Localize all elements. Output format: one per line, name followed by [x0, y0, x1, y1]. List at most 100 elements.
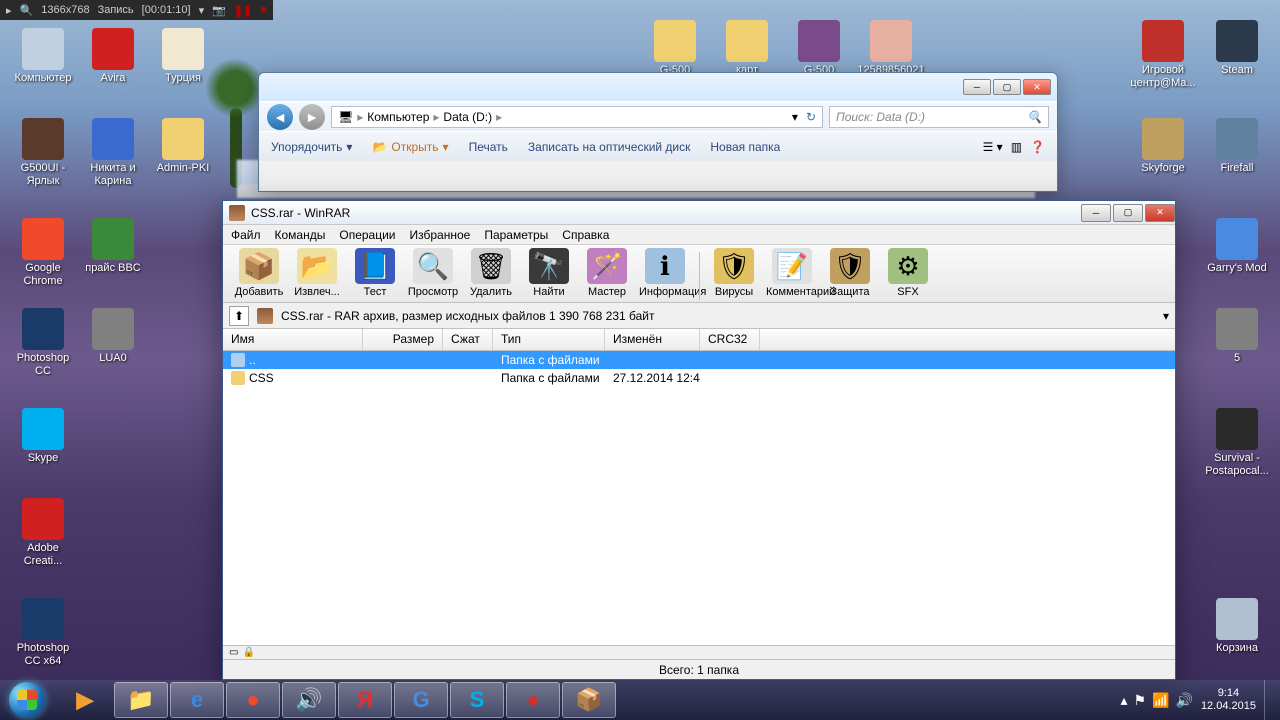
- desktop-icon[interactable]: LUA0: [78, 308, 148, 365]
- taskbar-item[interactable]: ●: [506, 682, 560, 718]
- tray-expand-icon[interactable]: ▴: [1120, 692, 1127, 709]
- help-icon[interactable]: ❓: [1030, 140, 1045, 154]
- col-crc[interactable]: CRC32: [700, 329, 760, 350]
- camera-icon[interactable]: 📷: [212, 4, 226, 17]
- winrar-window[interactable]: CSS.rar - WinRAR ─ ▢ ✕ Файл Команды Операц…: [222, 200, 1176, 680]
- menu-item[interactable]: Команды: [275, 228, 326, 242]
- toolbar-button[interactable]: ℹИнформация: [637, 246, 693, 300]
- explorer-window[interactable]: ─ ▢ ✕ ◄ ► 🖥 ▸ Компьютер ▸ Data (D:) ▸ ▾ …: [258, 72, 1058, 192]
- stop-icon[interactable]: ■: [260, 4, 267, 16]
- forward-button[interactable]: ►: [299, 104, 325, 130]
- search-input[interactable]: Поиск: Data (D:) 🔍: [829, 106, 1049, 128]
- col-packed[interactable]: Сжат: [443, 329, 493, 350]
- col-size[interactable]: Размер: [363, 329, 443, 350]
- preview-icon[interactable]: ▥: [1011, 140, 1022, 154]
- clock[interactable]: 9:14 12.04.2015: [1201, 687, 1256, 713]
- taskbar-item[interactable]: G: [394, 682, 448, 718]
- desktop-icon[interactable]: Survival - Postapocal...: [1202, 408, 1272, 478]
- taskbar-item[interactable]: S: [450, 682, 504, 718]
- breadcrumb[interactable]: 🖥 ▸ Компьютер ▸ Data (D:) ▸ ▾ ↻: [331, 106, 823, 128]
- toolbar-button[interactable]: 📘Тест: [347, 246, 403, 300]
- col-name[interactable]: Имя: [223, 329, 363, 350]
- breadcrumb-item[interactable]: Data (D:): [443, 110, 492, 124]
- menu-item[interactable]: Избранное: [410, 228, 471, 242]
- file-row[interactable]: CSSПапка с файлами27.12.2014 12:49: [223, 369, 1175, 387]
- menu-item[interactable]: Справка: [562, 228, 609, 242]
- desktop-icon[interactable]: Игровой центр@Ma...: [1128, 20, 1198, 90]
- close-button[interactable]: ✕: [1023, 79, 1051, 95]
- menu-item[interactable]: Параметры: [484, 228, 548, 242]
- desktop-icon[interactable]: Garry's Mod: [1202, 218, 1272, 275]
- chevron-down-icon[interactable]: ▾: [199, 4, 205, 17]
- toolbar-button[interactable]: 📂Извлеч...: [289, 246, 345, 300]
- newfolder-button[interactable]: Новая папка: [710, 140, 780, 154]
- back-button[interactable]: ◄: [267, 104, 293, 130]
- desktop-icon[interactable]: Photoshop CC x64: [8, 598, 78, 668]
- desktop-icon[interactable]: Photoshop CC: [8, 308, 78, 378]
- toolbar-button[interactable]: 📝Комментарий: [764, 246, 820, 300]
- taskbar-item[interactable]: 📦: [562, 682, 616, 718]
- col-modified[interactable]: Изменён: [605, 329, 700, 350]
- taskbar-item[interactable]: 📁: [114, 682, 168, 718]
- desktop-icon[interactable]: Avira: [78, 28, 148, 85]
- refresh-icon[interactable]: ↻: [806, 110, 816, 124]
- pause-icon[interactable]: ❚❚: [234, 4, 252, 17]
- close-button[interactable]: ✕: [1145, 204, 1175, 222]
- desktop-icon[interactable]: Admin-PKI: [148, 118, 218, 175]
- desktop-icon[interactable]: G500UI - Ярлык: [8, 118, 78, 188]
- file-row[interactable]: ..Папка с файлами: [223, 351, 1175, 369]
- minimize-button[interactable]: ─: [963, 79, 991, 95]
- desktop-icon[interactable]: Компьютер: [8, 28, 78, 85]
- menu-item[interactable]: Операции: [339, 228, 395, 242]
- view-icon[interactable]: ☰ ▾: [983, 140, 1003, 154]
- desktop-icon[interactable]: G-500: [784, 20, 854, 77]
- toolbar-button[interactable]: 🛡Защита: [822, 246, 878, 300]
- desktop-icon[interactable]: Skyforge: [1128, 118, 1198, 175]
- taskbar-item[interactable]: 🔊: [282, 682, 336, 718]
- desktop-icon[interactable]: 5: [1202, 308, 1272, 365]
- desktop-icon[interactable]: Google Chrome: [8, 218, 78, 288]
- archive-path[interactable]: CSS.rar - RAR архив, размер исходных фай…: [281, 309, 1155, 323]
- organize-button[interactable]: Упорядочить ▾: [271, 140, 352, 154]
- desktop-icon[interactable]: Steam: [1202, 20, 1272, 77]
- open-button[interactable]: 📂 Открыть ▾: [372, 140, 448, 154]
- explorer-titlebar[interactable]: ─ ▢ ✕: [259, 73, 1057, 101]
- col-type[interactable]: Тип: [493, 329, 605, 350]
- desktop-icon[interactable]: карт: [712, 20, 782, 77]
- toolbar-button[interactable]: 🔭Найти: [521, 246, 577, 300]
- up-button[interactable]: ⬆: [229, 306, 249, 326]
- minimize-button[interactable]: ─: [1081, 204, 1111, 222]
- toolbar-button[interactable]: 🪄Мастер: [579, 246, 635, 300]
- toolbar-button[interactable]: 🗑Удалить: [463, 246, 519, 300]
- lock-icon[interactable]: 🔒: [242, 647, 254, 658]
- chevron-down-icon[interactable]: ▾: [792, 110, 798, 124]
- maximize-button[interactable]: ▢: [1113, 204, 1143, 222]
- taskbar-item[interactable]: Я: [338, 682, 392, 718]
- burn-button[interactable]: Записать на оптический диск: [528, 140, 691, 154]
- desktop-icon[interactable]: Корзина: [1202, 598, 1272, 655]
- taskbar-item[interactable]: ▶: [58, 682, 112, 718]
- desktop-icon[interactable]: Firefall: [1202, 118, 1272, 175]
- desktop-icon[interactable]: Adobe Creati...: [8, 498, 78, 568]
- maximize-button[interactable]: ▢: [993, 79, 1021, 95]
- start-button[interactable]: [0, 680, 54, 720]
- network-icon[interactable]: 📶: [1152, 692, 1169, 709]
- toolbar-button[interactable]: 🛡Вирусы: [706, 246, 762, 300]
- desktop-icon[interactable]: G-500: [640, 20, 710, 77]
- chevron-down-icon[interactable]: ▾: [1163, 309, 1169, 323]
- breadcrumb-item[interactable]: Компьютер: [367, 110, 429, 124]
- desktop-icon[interactable]: Skype: [8, 408, 78, 465]
- toolbar-button[interactable]: 🔍Просмотр: [405, 246, 461, 300]
- taskbar-item[interactable]: ●: [226, 682, 280, 718]
- desktop-icon[interactable]: прайс BBC: [78, 218, 148, 275]
- desktop-icon[interactable]: Никита и Карина: [78, 118, 148, 188]
- file-list[interactable]: ..Папка с файламиCSSПапка с файлами27.12…: [223, 351, 1175, 645]
- flag-icon[interactable]: ⚑: [1134, 692, 1147, 709]
- taskbar-item[interactable]: e: [170, 682, 224, 718]
- menu-item[interactable]: Файл: [231, 228, 261, 242]
- toolbar-button[interactable]: ⚙SFX: [880, 246, 936, 300]
- toolbar-button[interactable]: 📦Добавить: [231, 246, 287, 300]
- volume-icon[interactable]: 🔊: [1176, 692, 1193, 709]
- desktop-icon[interactable]: Турция: [148, 28, 218, 85]
- winrar-titlebar[interactable]: CSS.rar - WinRAR ─ ▢ ✕: [223, 201, 1175, 225]
